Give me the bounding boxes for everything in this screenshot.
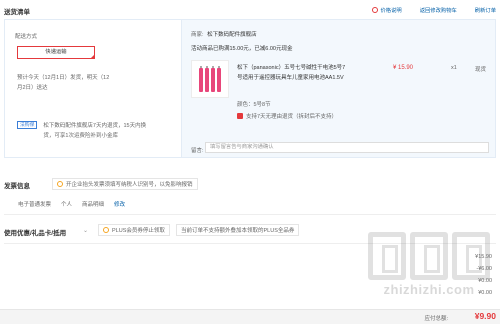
invoice-detail: 商品明细 <box>82 202 105 208</box>
seller-key: 商家: <box>191 32 204 38</box>
delivery-eta: 预计今天（12月1日）发货，明天（12 月2日）送达 <box>17 73 137 93</box>
delivery-panel: 配送方式 快递运输 预计今天（12月1日）发货，明天（12 月2日）送达 法购保… <box>5 20 182 157</box>
watermark-glyph <box>410 232 448 280</box>
product-color: 颜色：5号8节 <box>237 102 271 108</box>
plus-coupon-note: 当前订单不支持额外叠加本领取的PLUS全品券 <box>176 224 300 236</box>
eta-line-2: 月2日）送达 <box>17 85 48 91</box>
section-title-invoice: 发票信息 <box>4 183 30 190</box>
battery-shape <box>217 66 221 92</box>
price-note-link[interactable]: 价格说明 <box>371 6 402 14</box>
return-policy-text: 支持7天无理由退货（拆封后不支持） <box>246 114 338 120</box>
shipping-method-button[interactable]: 快递运输 <box>17 46 95 59</box>
product-name[interactable]: 松下（panasonic）五号七号碱性干电池5号7 号适用于遥控器玩具车儿童家用… <box>237 63 379 83</box>
lightbulb-icon <box>57 181 63 187</box>
watermark: zhizhizhi.com <box>368 232 490 297</box>
guarantee-tip: 法购保 松下数码配件旗舰店7天内退货，15天内换 货，可享1次运费险补到小金库 <box>17 121 177 141</box>
battery-shape <box>211 66 215 92</box>
price-note-label[interactable]: 价格说明 <box>381 6 402 14</box>
invoice-holder: 个人 <box>61 202 73 208</box>
refresh-order-label[interactable]: 刷新订单 <box>475 6 496 14</box>
lightbulb-icon <box>103 227 109 233</box>
back-to-cart-label[interactable]: 返回修改购物车 <box>420 6 457 14</box>
remark-input[interactable]: 填写留言告与商家沟通确认 <box>205 142 489 153</box>
guarantee-text-line-2: 货，可享1次运费险补到小金库 <box>43 133 118 139</box>
section-title-delivery-list: 送货清单 <box>4 9 30 16</box>
chevron-down-icon[interactable]: ⌄ <box>83 227 88 234</box>
section-divider <box>4 214 496 215</box>
product-image[interactable] <box>191 60 229 98</box>
promo-text: 活动商品已购满15.00元，已减6.00元现金 <box>191 46 293 52</box>
pay-total-label: 应付总额: <box>424 316 448 322</box>
return-policy-icon <box>237 113 243 119</box>
invoice-tip: 开企业抬头发票须填写纳税人识别号，以免影响报销 <box>52 178 198 190</box>
shipping-method-label: 快递运输 <box>45 49 67 55</box>
remark-label: 留言: <box>191 148 204 154</box>
invoice-tip-text: 开企业抬头发票须填写纳税人识别号，以免影响报销 <box>66 182 193 188</box>
watermark-logo <box>368 232 490 280</box>
delivery-label: 配送方式 <box>15 34 38 40</box>
plus-coupon-tip-text: PLUS会员券停止领取 <box>112 228 165 234</box>
plus-coupon-tip: PLUS会员券停止领取 <box>98 224 170 236</box>
selected-corner-icon <box>90 54 95 59</box>
pay-bar: 应付总额: ¥9.90 <box>0 309 500 324</box>
seller-name[interactable]: 松下数码配件旗舰店 <box>207 32 257 38</box>
watermark-glyph <box>452 232 490 280</box>
pay-total-amount: ¥9.90 <box>474 311 496 321</box>
watermark-glyph <box>368 232 406 280</box>
product-stock: 现货 <box>475 67 487 73</box>
return-policy: 支持7天无理由退货（拆封后不支持） <box>237 112 337 120</box>
invoice-info: 电子普通发票 个人 商品明细 修改 <box>18 200 135 208</box>
top-links: 价格说明 返回修改购物车 刷新订单 <box>354 6 496 14</box>
refresh-order-link[interactable]: 刷新订单 <box>475 6 496 14</box>
invoice-type: 电子普通发票 <box>18 202 52 208</box>
battery-shape <box>199 66 203 92</box>
product-quantity: x1 <box>451 65 457 71</box>
info-icon <box>371 7 378 13</box>
product-name-line-2: 号适用于遥控器玩具车儿童家用电池AA1.5V <box>237 75 344 81</box>
eta-line-1: 预计今天（12月1日）发货，明天（12 <box>17 75 110 81</box>
back-to-cart-link[interactable]: 返回修改购物车 <box>420 6 457 14</box>
guarantee-text: 松下数码配件旗舰店7天内退货，15天内换 货，可享1次运费险补到小金库 <box>43 121 159 141</box>
watermark-text: zhizhizhi.com <box>383 282 475 297</box>
section-title-discount[interactable]: 使用优惠/礼品卡/抵用 <box>4 227 66 237</box>
battery-shape <box>205 66 209 92</box>
order-box: 配送方式 快递运输 预计今天（12月1日）发货，明天（12 月2日）送达 法购保… <box>4 19 496 158</box>
product-name-line-1: 松下（panasonic）五号七号碱性干电池5号7 <box>237 65 346 71</box>
guarantee-badge[interactable]: 法购保 <box>17 121 38 129</box>
guarantee-text-line-1: 松下数码配件旗舰店7天内退货，15天内换 <box>43 123 147 129</box>
seller-info: 商家: 松下数码配件旗舰店 <box>191 30 257 38</box>
invoice-edit-link[interactable]: 修改 <box>114 200 125 208</box>
product-price: ¥ 15.90 <box>393 65 414 71</box>
